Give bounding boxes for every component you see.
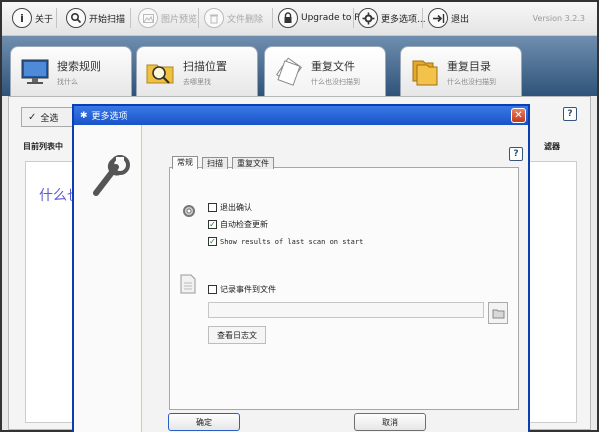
dialog-title-bar[interactable]: ✱ 更多选项: [74, 106, 528, 125]
checkbox[interactable]: ✓: [208, 220, 217, 229]
dialog-sidebar: [74, 125, 142, 432]
more-options-dialog: ✱ 更多选项 ✕ ? 常规 扫描 重复文件 退出确认 ✓ 自动检查更新 ✓ Sh…: [72, 104, 530, 432]
files-icon: [276, 57, 302, 86]
toolbar: i 关于 开始扫描 图片预览 文件删除 Upgrade to Pro 更多选项.…: [2, 2, 597, 36]
show-results-label: Show results of last scan on start: [220, 237, 364, 246]
search-icon: [66, 8, 86, 28]
tab-duplicate-files[interactable]: 重复文件: [232, 157, 274, 169]
upgrade-button[interactable]: Upgrade to Pro: [278, 6, 369, 30]
tab-title: 重复目录: [447, 59, 491, 73]
dialog-title: 更多选项: [91, 112, 128, 122]
info-icon: i: [12, 8, 32, 28]
toolbar-divider: [422, 8, 423, 28]
tab-scan[interactable]: 扫描: [202, 157, 228, 169]
main-tabs: 搜索规则找什么 扫描位置去哪里找 重复文件什么也没扫描到 重复目录什么也没扫描到: [2, 36, 597, 98]
toolbar-divider: [272, 8, 273, 28]
gears-icon: [183, 205, 195, 217]
toolbar-divider: [198, 8, 199, 28]
checkbox[interactable]: [208, 285, 217, 294]
more-options-label: 更多选项...: [381, 14, 426, 25]
tab-subtitle: 找什么: [57, 77, 78, 86]
folders-icon: [412, 60, 438, 86]
log-events-label: 记录事件到文件: [220, 285, 276, 294]
tab-scan-location[interactable]: 扫描位置 去哪里找: [136, 46, 258, 98]
app-window: i 关于 开始扫描 图片预览 文件删除 Upgrade to Pro 更多选项.…: [0, 0, 599, 432]
toolbar-divider: [353, 8, 354, 28]
select-all-label: 全选: [40, 113, 59, 124]
log-events-checkbox[interactable]: 记录事件到文件: [208, 284, 276, 295]
filter-label: 滤器: [544, 142, 560, 151]
image-icon: [138, 8, 158, 28]
auto-update-label: 自动检查更新: [220, 220, 268, 229]
tab-subtitle: 什么也没扫描到: [447, 77, 496, 86]
checkbox[interactable]: ✓: [208, 237, 217, 246]
help-icon[interactable]: ?: [563, 107, 577, 121]
list-label: 目前列表中: [23, 142, 63, 151]
trash-icon: [204, 8, 224, 28]
tab-title: 重复文件: [311, 59, 355, 73]
image-preview-label: 图片预览: [161, 14, 198, 25]
exit-label: 退出: [451, 14, 470, 25]
cancel-button[interactable]: 取消: [354, 413, 426, 431]
options-tab-panel: 常规 扫描 重复文件 退出确认 ✓ 自动检查更新 ✓ Show results …: [169, 156, 519, 410]
about-label: 关于: [35, 14, 54, 25]
about-button[interactable]: i 关于: [12, 6, 53, 30]
tab-general[interactable]: 常规: [172, 156, 198, 169]
settings-icon: ✱: [80, 110, 88, 121]
lock-icon: [278, 8, 298, 28]
tab-duplicate-files[interactable]: 重复文件什么也没扫描到: [264, 46, 386, 98]
delete-files-button[interactable]: 文件删除: [204, 6, 263, 30]
folder-icon: [492, 309, 504, 318]
start-scan-button[interactable]: 开始扫描: [66, 6, 125, 30]
auto-update-checkbox[interactable]: ✓ 自动检查更新: [208, 219, 268, 230]
exit-confirm-checkbox[interactable]: 退出确认: [208, 202, 252, 213]
exit-arrow-icon: [428, 8, 448, 28]
log-path-input[interactable]: [208, 302, 484, 318]
tab-subtitle: 什么也没扫描到: [311, 77, 360, 86]
wrench-icon: [93, 155, 130, 196]
delete-files-label: 文件删除: [227, 14, 264, 25]
close-icon: ✕: [514, 110, 523, 121]
tab-subtitle: 去哪里找: [183, 77, 211, 86]
tab-search-rules[interactable]: 搜索规则 找什么: [10, 46, 132, 98]
start-scan-label: 开始扫描: [89, 14, 126, 25]
gear-icon: [358, 8, 378, 28]
ok-button[interactable]: 确定: [168, 413, 240, 431]
tab-title: 扫描位置: [183, 59, 227, 73]
document-icon: [180, 274, 196, 294]
image-preview-button[interactable]: 图片预览: [138, 6, 197, 30]
dialog-content: ? 常规 扫描 重复文件 退出确认 ✓ 自动检查更新 ✓ Show result…: [143, 125, 528, 432]
checkbox[interactable]: [208, 203, 217, 212]
show-results-checkbox[interactable]: ✓ Show results of last scan on start: [208, 237, 363, 246]
toolbar-divider: [130, 8, 131, 28]
tab-title: 搜索规则: [57, 59, 101, 73]
version-label: Version 3.2.3: [532, 14, 585, 23]
exit-button[interactable]: 退出: [428, 6, 469, 30]
help-icon[interactable]: ?: [509, 147, 523, 161]
tab-duplicate-folders[interactable]: 重复目录什么也没扫描到: [400, 46, 522, 98]
exit-confirm-label: 退出确认: [220, 203, 252, 212]
more-options-button[interactable]: 更多选项...: [358, 6, 426, 30]
monitor-icon: [21, 59, 49, 84]
check-icon: ✓: [28, 111, 37, 123]
toolbar-divider: [56, 8, 57, 28]
browse-folder-button[interactable]: [488, 302, 508, 324]
close-button[interactable]: ✕: [511, 108, 526, 123]
folder-search-icon: [146, 64, 174, 84]
view-log-button[interactable]: 查看日志文: [208, 326, 266, 344]
